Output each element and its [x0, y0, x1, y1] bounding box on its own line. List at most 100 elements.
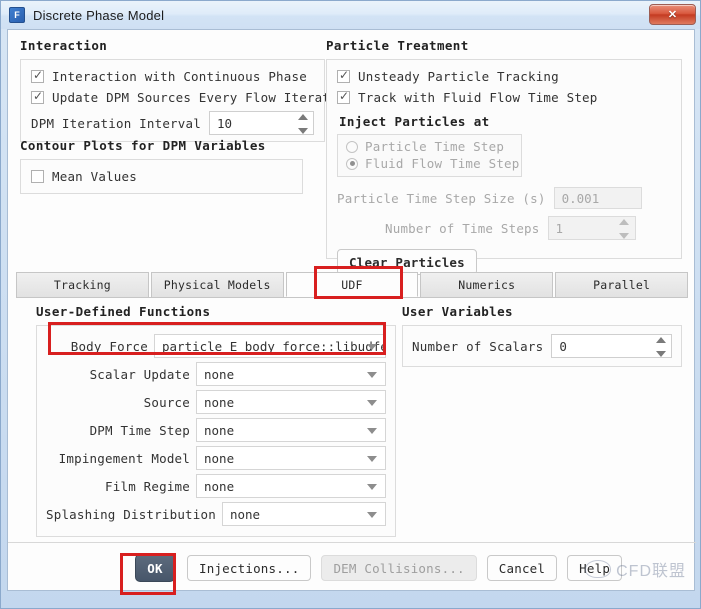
- udf-field-label: Impingement Model: [58, 450, 190, 466]
- tab-parallel[interactable]: Parallel: [555, 272, 688, 297]
- checkbox-label: Update DPM Sources Every Flow Iteration: [52, 90, 354, 105]
- dpm-iteration-interval-value[interactable]: 10: [210, 116, 232, 131]
- dialog-button-bar: OK Injections... DEM Collisions... Cance…: [8, 542, 696, 590]
- dpm-iteration-interval-label: DPM Iteration Interval: [31, 115, 201, 131]
- dpm-time-step-dropdown[interactable]: none: [196, 418, 386, 442]
- chevron-down-icon[interactable]: [367, 428, 377, 434]
- ok-button[interactable]: OK: [135, 554, 175, 582]
- checkbox-icon[interactable]: [337, 89, 350, 104]
- watermark: CFD联盟: [585, 557, 686, 581]
- udf-field-label: Body Force: [70, 338, 148, 354]
- checkbox-icon[interactable]: [31, 68, 44, 83]
- film-regime-dropdown[interactable]: none: [196, 474, 386, 498]
- tab-numerics[interactable]: Numerics: [420, 272, 554, 297]
- particle-treatment-panel: Unsteady Particle Tracking Track with Fl…: [326, 59, 682, 275]
- particle-time-step-size-label: Particle Time Step Size (s): [337, 190, 546, 206]
- number-of-time-steps-stepper: 1: [547, 216, 636, 240]
- udf-field-splashing-distribution: Splashing Distribution none: [46, 502, 386, 526]
- contour-plots-title: Contour Plots for DPM Variables: [20, 138, 266, 153]
- chevron-down-icon[interactable]: [367, 400, 377, 406]
- checkbox-icon[interactable]: [31, 89, 44, 104]
- stepper-arrows-icon[interactable]: [655, 337, 666, 357]
- watermark-text: CFD联盟: [616, 563, 686, 580]
- dpm-iteration-interval-row: DPM Iteration Interval 10: [31, 111, 314, 135]
- title-bar[interactable]: F Discrete Phase Model ✕: [1, 1, 700, 29]
- inject-particles-title: Inject Particles at: [339, 114, 490, 129]
- tab-physical-models[interactable]: Physical Models: [150, 272, 284, 297]
- dialog-body: Interaction Interaction with Continuous …: [7, 29, 696, 591]
- interaction-panel: Interaction with Continuous Phase Update…: [20, 59, 353, 142]
- particle-treatment-title: Particle Treatment: [326, 38, 469, 53]
- checkbox-label: Interaction with Continuous Phase: [52, 69, 307, 84]
- splashing-distribution-dropdown[interactable]: none: [221, 502, 386, 526]
- source-dropdown[interactable]: none: [196, 390, 386, 414]
- checkbox-mean-values[interactable]: Mean Values: [31, 169, 292, 184]
- body-force-dropdown[interactable]: particle_E_body_force::libudfee: [154, 334, 386, 358]
- checkbox-interaction-continuous-phase[interactable]: Interaction with Continuous Phase: [31, 68, 314, 84]
- cfd-logo-icon: [585, 560, 612, 578]
- tab-udf[interactable]: UDF: [285, 272, 419, 297]
- radio-label: Particle Time Step: [365, 139, 505, 154]
- number-of-time-steps-label: Number of Time Steps: [385, 220, 540, 236]
- radio-fluid-flow-time-step[interactable]: Fluid Flow Time Step: [346, 156, 519, 171]
- checkbox-track-with-fluid-flow-time-step[interactable]: Track with Fluid Flow Time Step: [337, 89, 671, 105]
- checkbox-label: Unsteady Particle Tracking: [358, 69, 559, 84]
- radio-particle-time-step[interactable]: Particle Time Step: [346, 139, 513, 154]
- particle-time-step-size-row: Particle Time Step Size (s) 0.001: [337, 187, 671, 209]
- number-of-scalars-value[interactable]: 0: [552, 339, 567, 354]
- user-variables-group: User Variables Number of Scalars 0: [402, 304, 682, 367]
- interaction-group: Interaction Interaction with Continuous …: [20, 38, 353, 142]
- checkbox-icon[interactable]: [337, 68, 350, 83]
- udf-title: User-Defined Functions: [36, 304, 211, 319]
- contour-plots-panel: Mean Values: [20, 159, 303, 194]
- chevron-down-icon[interactable]: [367, 456, 377, 462]
- udf-field-label: Film Regime: [105, 478, 190, 494]
- radio-icon[interactable]: [346, 157, 358, 170]
- dpm-iteration-interval-stepper[interactable]: 10: [208, 111, 314, 135]
- fluent-f-icon: F: [9, 7, 25, 23]
- interaction-title: Interaction: [20, 38, 108, 53]
- udf-field-body-force: Body Force particle_E_body_force::libudf…: [46, 334, 386, 358]
- udf-field-dpm-time-step: DPM Time Step none: [46, 418, 386, 442]
- checkbox-label: Track with Fluid Flow Time Step: [358, 90, 598, 105]
- close-icon[interactable]: ✕: [649, 4, 696, 25]
- dialog-window: F Discrete Phase Model ✕ Interaction Int…: [0, 0, 701, 609]
- udf-field-label: Source: [143, 394, 190, 410]
- dpm-time-step-value: none: [204, 422, 235, 438]
- radio-icon[interactable]: [346, 140, 358, 153]
- impingement-model-dropdown[interactable]: none: [196, 446, 386, 470]
- udf-field-label: Scalar Update: [89, 366, 190, 382]
- number-of-scalars-label: Number of Scalars: [412, 338, 544, 354]
- chevron-down-icon[interactable]: [367, 512, 377, 518]
- udf-field-film-regime: Film Regime none: [46, 474, 386, 498]
- chevron-down-icon[interactable]: [367, 372, 377, 378]
- tab-tracking[interactable]: Tracking: [16, 272, 149, 297]
- number-of-scalars-stepper[interactable]: 0: [551, 334, 672, 358]
- window-title: Discrete Phase Model: [33, 7, 165, 23]
- chevron-down-icon[interactable]: [367, 344, 377, 350]
- stepper-arrows-icon[interactable]: [297, 114, 308, 134]
- dem-collisions-button: DEM Collisions...: [321, 555, 477, 581]
- radio-label: Fluid Flow Time Step: [365, 156, 520, 171]
- particle-treatment-group: Particle Treatment Unsteady Particle Tra…: [326, 38, 682, 275]
- udf-field-impingement-model: Impingement Model none: [46, 446, 386, 470]
- scalar-update-dropdown[interactable]: none: [196, 362, 386, 386]
- checkbox-icon[interactable]: [31, 170, 44, 183]
- udf-field-scalar-update: Scalar Update none: [46, 362, 386, 386]
- cancel-button[interactable]: Cancel: [486, 555, 558, 581]
- injections-button[interactable]: Injections...: [187, 555, 312, 581]
- user-defined-functions-group: User-Defined Functions Body Force partic…: [36, 304, 396, 537]
- number-of-time-steps-row: Number of Time Steps 1: [337, 216, 671, 240]
- number-of-scalars-row: Number of Scalars 0: [412, 334, 672, 358]
- tab-strip: Tracking Physical Models UDF Numerics Pa…: [16, 272, 688, 298]
- inject-particles-radio-group: Particle Time Step Fluid Flow Time Step: [337, 134, 522, 177]
- checkbox-update-dpm-sources[interactable]: Update DPM Sources Every Flow Iteration: [31, 89, 353, 105]
- film-regime-value: none: [204, 478, 235, 494]
- checkbox-unsteady-particle-tracking[interactable]: Unsteady Particle Tracking: [337, 68, 671, 84]
- chevron-down-icon[interactable]: [367, 484, 377, 490]
- udf-field-label: DPM Time Step: [89, 422, 190, 438]
- number-of-time-steps-value: 1: [555, 220, 564, 236]
- contour-plots-group: Contour Plots for DPM Variables Mean Val…: [20, 138, 303, 194]
- udf-field-label: Splashing Distribution: [46, 506, 216, 522]
- splashing-distribution-value: none: [229, 506, 261, 522]
